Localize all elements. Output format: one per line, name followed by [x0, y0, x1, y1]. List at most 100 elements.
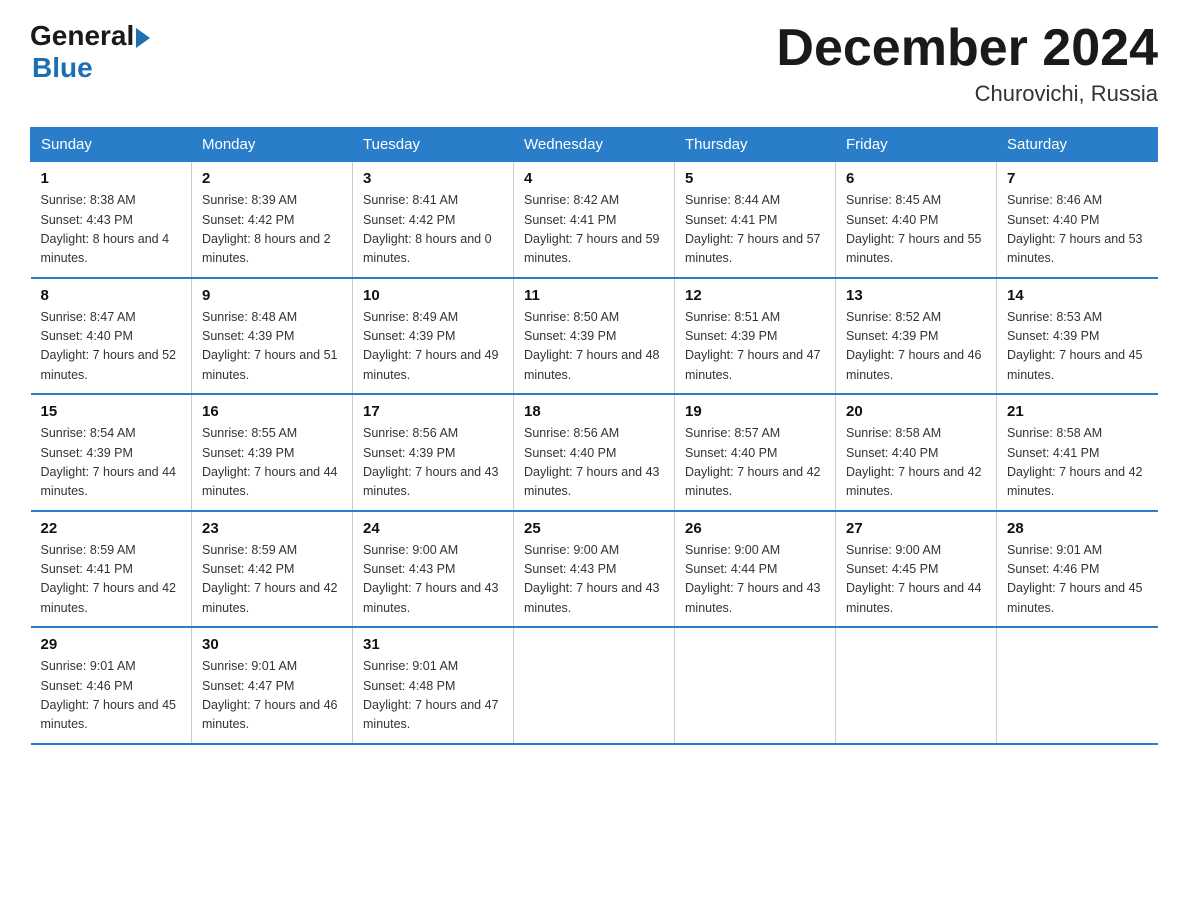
calendar-cell: 9 Sunrise: 8:48 AMSunset: 4:39 PMDaylight…: [192, 278, 353, 395]
header: General Blue December 2024 Churovichi, R…: [30, 20, 1158, 107]
day-info: Sunrise: 8:58 AMSunset: 4:41 PMDaylight:…: [1007, 424, 1148, 502]
day-number: 4: [524, 170, 664, 187]
day-number: 22: [41, 520, 182, 537]
location: Churovichi, Russia: [776, 81, 1158, 107]
calendar-cell: 26Sunrise: 9:00 AMSunset: 4:44 PMDayligh…: [675, 511, 836, 628]
calendar-cell: 28 Sunrise: 9:01 AMSunset: 4:46 PMDayligh…: [997, 511, 1158, 628]
day-number: 24: [363, 520, 503, 537]
day-info: Sunrise: 8:56 AMSunset: 4:39 PMDaylight:…: [363, 424, 503, 502]
day-number: 8: [41, 287, 182, 304]
calendar-cell: 16Sunrise: 8:55 AMSunset: 4:39 PMDayligh…: [192, 394, 353, 511]
calendar-cell: [675, 627, 836, 744]
day-number: 12: [685, 287, 825, 304]
day-info: Sunrise: 8:50 AMSunset: 4:39 PMDaylight:…: [524, 308, 664, 386]
calendar-cell: 5Sunrise: 8:44 AMSunset: 4:41 PMDaylight…: [675, 162, 836, 278]
day-info: Sunrise: 9:00 AMSunset: 4:43 PMDaylight:…: [524, 541, 664, 619]
calendar-header: SundayMondayTuesdayWednesdayThursdayFrid…: [31, 128, 1158, 162]
calendar-cell: 24Sunrise: 9:00 AMSunset: 4:43 PMDayligh…: [353, 511, 514, 628]
calendar-body: 1 Sunrise: 8:38 AMSunset: 4:43 PMDaylight…: [31, 162, 1158, 744]
calendar-cell: 23 Sunrise: 8:59 AMSunset: 4:42 PMDayligh…: [192, 511, 353, 628]
logo-blue: Blue: [32, 52, 150, 84]
day-number: 2: [202, 170, 342, 187]
day-number: 10: [363, 287, 503, 304]
day-number: 20: [846, 403, 986, 420]
day-info: Sunrise: 8:53 AMSunset: 4:39 PMDaylight:…: [1007, 308, 1148, 386]
header-friday: Friday: [836, 128, 997, 162]
day-info: Sunrise: 8:52 AMSunset: 4:39 PMDaylight:…: [846, 308, 986, 386]
calendar-cell: 10Sunrise: 8:49 AMSunset: 4:39 PMDayligh…: [353, 278, 514, 395]
day-number: 5: [685, 170, 825, 187]
day-info: Sunrise: 8:59 AMSunset: 4:41 PMDaylight:…: [41, 541, 182, 619]
logo-general: General: [30, 20, 134, 52]
day-info: Sunrise: 9:01 AMSunset: 4:47 PMDaylight:…: [202, 657, 342, 735]
day-number: 23: [202, 520, 342, 537]
calendar-cell: 27Sunrise: 9:00 AMSunset: 4:45 PMDayligh…: [836, 511, 997, 628]
header-wednesday: Wednesday: [514, 128, 675, 162]
week-row-1: 1 Sunrise: 8:38 AMSunset: 4:43 PMDaylight…: [31, 162, 1158, 278]
day-number: 28: [1007, 520, 1148, 537]
day-number: 21: [1007, 403, 1148, 420]
logo: General Blue: [30, 20, 150, 84]
day-number: 27: [846, 520, 986, 537]
day-number: 18: [524, 403, 664, 420]
calendar-cell: 1 Sunrise: 8:38 AMSunset: 4:43 PMDaylight…: [31, 162, 192, 278]
calendar-cell: 31Sunrise: 9:01 AMSunset: 4:48 PMDayligh…: [353, 627, 514, 744]
day-info: Sunrise: 8:59 AMSunset: 4:42 PMDaylight:…: [202, 541, 342, 619]
header-thursday: Thursday: [675, 128, 836, 162]
day-info: Sunrise: 8:45 AMSunset: 4:40 PMDaylight:…: [846, 191, 986, 269]
header-row: SundayMondayTuesdayWednesdayThursdayFrid…: [31, 128, 1158, 162]
day-info: Sunrise: 8:47 AMSunset: 4:40 PMDaylight:…: [41, 308, 182, 386]
day-info: Sunrise: 8:48 AMSunset: 4:39 PMDaylight:…: [202, 308, 342, 386]
month-title: December 2024: [776, 20, 1158, 77]
day-info: Sunrise: 9:01 AMSunset: 4:46 PMDaylight:…: [1007, 541, 1148, 619]
calendar-cell: 11 Sunrise: 8:50 AMSunset: 4:39 PMDayligh…: [514, 278, 675, 395]
calendar-cell: 4 Sunrise: 8:42 AMSunset: 4:41 PMDaylight…: [514, 162, 675, 278]
calendar-cell: 22 Sunrise: 8:59 AMSunset: 4:41 PMDayligh…: [31, 511, 192, 628]
calendar-cell: 7Sunrise: 8:46 AMSunset: 4:40 PMDaylight…: [997, 162, 1158, 278]
day-number: 25: [524, 520, 664, 537]
week-row-4: 22 Sunrise: 8:59 AMSunset: 4:41 PMDayligh…: [31, 511, 1158, 628]
day-number: 14: [1007, 287, 1148, 304]
week-row-3: 15Sunrise: 8:54 AMSunset: 4:39 PMDayligh…: [31, 394, 1158, 511]
day-number: 3: [363, 170, 503, 187]
calendar-cell: [997, 627, 1158, 744]
calendar-cell: 18Sunrise: 8:56 AMSunset: 4:40 PMDayligh…: [514, 394, 675, 511]
calendar-cell: 3 Sunrise: 8:41 AMSunset: 4:42 PMDaylight…: [353, 162, 514, 278]
calendar-cell: 30Sunrise: 9:01 AMSunset: 4:47 PMDayligh…: [192, 627, 353, 744]
day-info: Sunrise: 9:01 AMSunset: 4:48 PMDaylight:…: [363, 657, 503, 735]
day-info: Sunrise: 8:58 AMSunset: 4:40 PMDaylight:…: [846, 424, 986, 502]
day-info: Sunrise: 8:41 AMSunset: 4:42 PMDaylight:…: [363, 191, 503, 269]
calendar-cell: [514, 627, 675, 744]
calendar-cell: 12 Sunrise: 8:51 AMSunset: 4:39 PMDayligh…: [675, 278, 836, 395]
day-info: Sunrise: 9:01 AMSunset: 4:46 PMDaylight:…: [41, 657, 182, 735]
day-number: 11: [524, 287, 664, 304]
header-saturday: Saturday: [997, 128, 1158, 162]
day-info: Sunrise: 8:57 AMSunset: 4:40 PMDaylight:…: [685, 424, 825, 502]
day-info: Sunrise: 8:39 AMSunset: 4:42 PMDaylight:…: [202, 191, 342, 269]
title-area: December 2024 Churovichi, Russia: [776, 20, 1158, 107]
calendar-cell: 29 Sunrise: 9:01 AMSunset: 4:46 PMDayligh…: [31, 627, 192, 744]
week-row-2: 8 Sunrise: 8:47 AMSunset: 4:40 PMDaylight…: [31, 278, 1158, 395]
day-number: 19: [685, 403, 825, 420]
header-sunday: Sunday: [31, 128, 192, 162]
day-number: 16: [202, 403, 342, 420]
day-number: 29: [41, 636, 182, 653]
day-info: Sunrise: 8:38 AMSunset: 4:43 PMDaylight:…: [41, 191, 182, 269]
logo-arrow-icon: [136, 28, 150, 48]
calendar-cell: 20 Sunrise: 8:58 AMSunset: 4:40 PMDayligh…: [836, 394, 997, 511]
day-info: Sunrise: 8:51 AMSunset: 4:39 PMDaylight:…: [685, 308, 825, 386]
calendar-cell: 13 Sunrise: 8:52 AMSunset: 4:39 PMDayligh…: [836, 278, 997, 395]
day-number: 1: [41, 170, 182, 187]
calendar-cell: 15Sunrise: 8:54 AMSunset: 4:39 PMDayligh…: [31, 394, 192, 511]
day-number: 9: [202, 287, 342, 304]
day-info: Sunrise: 9:00 AMSunset: 4:44 PMDaylight:…: [685, 541, 825, 619]
header-tuesday: Tuesday: [353, 128, 514, 162]
day-info: Sunrise: 8:42 AMSunset: 4:41 PMDaylight:…: [524, 191, 664, 269]
day-number: 17: [363, 403, 503, 420]
calendar-cell: 17 Sunrise: 8:56 AMSunset: 4:39 PMDayligh…: [353, 394, 514, 511]
header-monday: Monday: [192, 128, 353, 162]
day-number: 13: [846, 287, 986, 304]
day-number: 15: [41, 403, 182, 420]
calendar-table: SundayMondayTuesdayWednesdayThursdayFrid…: [30, 127, 1158, 745]
calendar-cell: 8 Sunrise: 8:47 AMSunset: 4:40 PMDaylight…: [31, 278, 192, 395]
